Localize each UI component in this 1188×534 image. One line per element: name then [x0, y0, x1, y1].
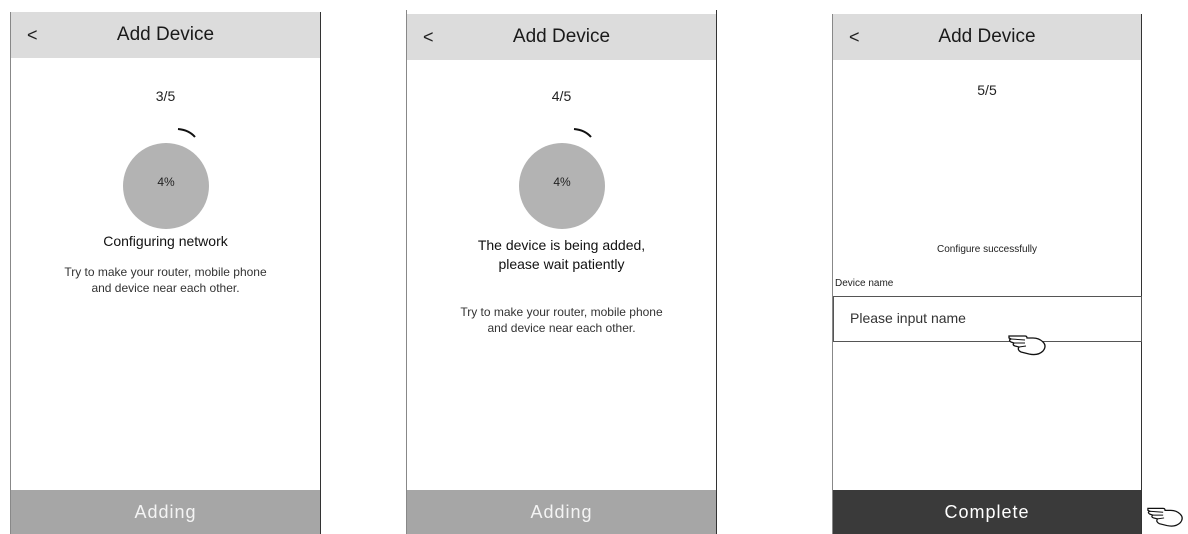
- header-bar: < Add Device: [833, 14, 1141, 60]
- add-device-screen-step-3: < Add Device 3/5 4% Configuring network …: [10, 12, 321, 534]
- complete-button[interactable]: Complete: [833, 490, 1141, 534]
- progress-arc: [573, 128, 592, 138]
- tip-line-1: Try to make your router, mobile phone: [460, 305, 663, 319]
- hand-pointer-icon: [1008, 335, 1046, 356]
- step-indicator: 3/5: [155, 88, 176, 104]
- progress-label: 4%: [157, 175, 175, 189]
- device-name-field[interactable]: [833, 296, 1142, 342]
- header-bar: < Add Device: [11, 12, 320, 58]
- page-title: Add Device: [938, 26, 1036, 47]
- step-indicator: 4/5: [551, 88, 572, 104]
- status-message: Configuring network: [103, 233, 228, 249]
- add-device-screen-step-5: < Add Device 5/5 Configure successfully …: [832, 14, 1142, 534]
- adding-button[interactable]: Adding: [11, 490, 320, 534]
- progress-circle: 4%: [123, 143, 209, 229]
- success-message: Configure successfully: [936, 244, 1038, 255]
- tip-line-2: and device near each other.: [91, 281, 240, 295]
- step-indicator: 5/5: [977, 82, 997, 98]
- adding-button-label: Adding: [530, 502, 593, 522]
- page-title: Add Device: [512, 26, 611, 47]
- progress-circle: 4%: [519, 143, 605, 229]
- tip-line-2: and device near each other.: [487, 321, 636, 335]
- page-title: Add Device: [116, 24, 215, 45]
- device-name-label: Device name: [835, 278, 894, 289]
- complete-button-label: Complete: [944, 502, 1030, 522]
- tip-line-1: Try to make your router, mobile phone: [64, 265, 267, 279]
- header-bar: < Add Device: [407, 14, 716, 60]
- status-message-line-2: please wait patiently: [498, 256, 625, 272]
- adding-button[interactable]: Adding: [407, 490, 716, 534]
- hand-pointer-icon: [1147, 507, 1183, 527]
- add-device-screen-step-4: < Add Device 4/5 4% The device is being …: [406, 10, 717, 534]
- progress-label: 4%: [553, 175, 571, 189]
- progress-arc: [177, 128, 196, 138]
- status-message-line-1: The device is being added,: [477, 237, 646, 253]
- adding-button-label: Adding: [134, 502, 197, 522]
- device-name-input[interactable]: [850, 310, 1110, 326]
